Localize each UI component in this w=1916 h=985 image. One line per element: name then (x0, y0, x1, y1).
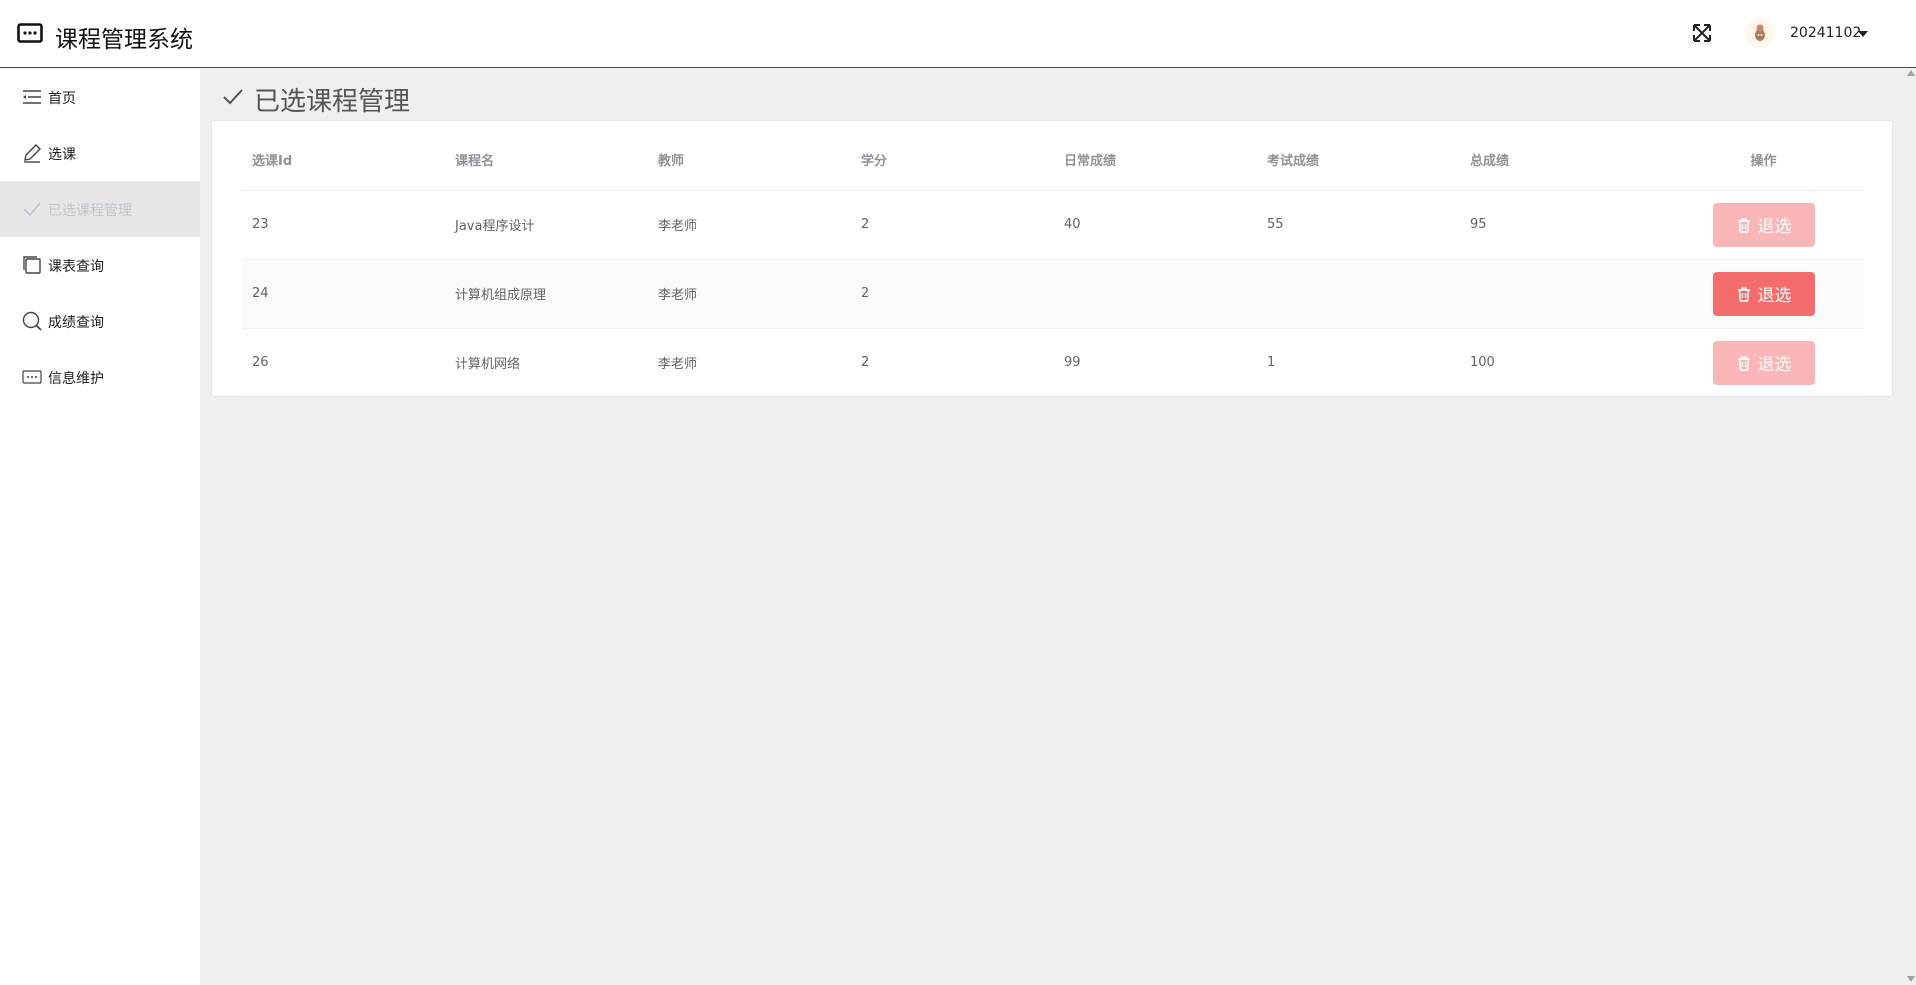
sidebar-item-label: 首页 (48, 91, 76, 107)
trash-icon (1737, 286, 1750, 302)
table-header-row: 选课Id 课程名 教师 学分 日常成绩 考试成绩 总成绩 操作 (242, 129, 1864, 191)
cell-daily: 99 (1054, 328, 1257, 398)
cell-action: 退选 (1663, 190, 1864, 260)
cell-course: 计算机网络 (445, 328, 648, 398)
cell-id: 24 (242, 259, 445, 329)
selected-course-table: 选课Id 课程名 教师 学分 日常成绩 考试成绩 总成绩 操作 23 Java程… (242, 129, 1864, 398)
table-row: 24 计算机组成原理 李老师 2 退选 (242, 259, 1864, 329)
sidebar-item-label: 课表查询 (48, 259, 104, 275)
column-header: 学分 (851, 129, 1054, 191)
column-header: 日常成绩 (1054, 129, 1257, 191)
cell-daily: 40 (1054, 190, 1257, 260)
sidebar-item-label: 已选课程管理 (48, 203, 132, 219)
column-header: 总成绩 (1460, 129, 1663, 191)
more-icon (22, 370, 42, 384)
sidebar-item-home[interactable]: 首页 (0, 69, 200, 125)
copy-document-icon (23, 256, 41, 274)
drop-course-button[interactable]: 退选 (1712, 202, 1815, 247)
sidebar: 首页 选课 已选课程管理 课表查询 成绩查询 信息维护 (0, 69, 200, 985)
sidebar-item-label: 成绩查询 (48, 315, 104, 331)
cell-total (1460, 259, 1663, 329)
column-header: 操作 (1663, 129, 1864, 191)
cell-total: 100 (1460, 328, 1663, 398)
drop-course-label: 退选 (1757, 355, 1792, 375)
cell-teacher: 李老师 (648, 328, 851, 398)
cell-credit: 2 (851, 190, 1054, 260)
app-title: 课程管理系统 (55, 27, 193, 53)
sidebar-item-timetable[interactable]: 课表查询 (0, 237, 200, 293)
cell-daily (1054, 259, 1257, 329)
main-content: 已选课程管理 选课Id 课程名 教师 学分 日常成绩 考试成绩 总成绩 操作 2… (200, 69, 1916, 985)
cell-exam: 1 (1257, 328, 1460, 398)
sidebar-item-info[interactable]: 信息维护 (0, 349, 200, 405)
sidebar-item-label: 选课 (48, 147, 76, 163)
avatar[interactable] (1745, 18, 1775, 48)
course-table-card: 选课Id 课程名 教师 学分 日常成绩 考试成绩 总成绩 操作 23 Java程… (211, 120, 1893, 398)
scroll-up-arrow-icon[interactable] (1907, 70, 1915, 76)
sidebar-item-label: 信息维护 (48, 371, 104, 387)
cell-exam: 55 (1257, 190, 1460, 260)
cell-credit: 2 (851, 328, 1054, 398)
sidebar-item-selected-courses[interactable]: 已选课程管理 (0, 181, 200, 237)
search-icon (22, 311, 42, 331)
drop-course-label: 退选 (1757, 217, 1792, 237)
caret-down-icon[interactable] (1858, 31, 1868, 37)
trash-icon (1737, 217, 1750, 233)
top-header: 课程管理系统 20241102 (0, 0, 1916, 68)
message-dots-icon (17, 23, 43, 43)
table-row: 23 Java程序设计 李老师 2 40 55 95 退选 (242, 190, 1864, 260)
avatar-image-icon (1755, 24, 1765, 41)
cell-course: 计算机组成原理 (445, 259, 648, 329)
cell-exam (1257, 259, 1460, 329)
cell-id: 23 (242, 190, 445, 260)
column-header: 考试成绩 (1257, 129, 1460, 191)
table-row: 26 计算机网络 李老师 2 99 1 100 退选 (242, 328, 1864, 398)
check-icon (223, 89, 243, 105)
cell-action: 退选 (1663, 328, 1864, 398)
check-icon (23, 202, 41, 217)
cell-id: 26 (242, 328, 445, 398)
cell-teacher: 李老师 (648, 190, 851, 260)
drop-course-label: 退选 (1757, 286, 1792, 306)
drop-course-button[interactable]: 退选 (1712, 340, 1815, 385)
menu-icon (23, 90, 41, 104)
fullscreen-icon[interactable] (1692, 23, 1712, 43)
cell-teacher: 李老师 (648, 259, 851, 329)
trash-icon (1737, 355, 1750, 371)
page-title: 已选课程管理 (254, 87, 411, 117)
scroll-down-arrow-icon[interactable] (1907, 976, 1915, 982)
drop-course-button[interactable]: 退选 (1712, 271, 1815, 316)
sidebar-item-grades[interactable]: 成绩查询 (0, 293, 200, 349)
user-dropdown[interactable]: 20241102 (1790, 25, 1861, 41)
column-header: 选课Id (242, 129, 445, 191)
cell-total: 95 (1460, 190, 1663, 260)
cell-action: 退选 (1663, 259, 1864, 329)
cell-course: Java程序设计 (445, 190, 648, 260)
column-header: 教师 (648, 129, 851, 191)
column-header: 课程名 (445, 129, 648, 191)
cell-credit: 2 (851, 259, 1054, 329)
sidebar-item-select-course[interactable]: 选课 (0, 125, 200, 181)
edit-icon (24, 144, 41, 163)
